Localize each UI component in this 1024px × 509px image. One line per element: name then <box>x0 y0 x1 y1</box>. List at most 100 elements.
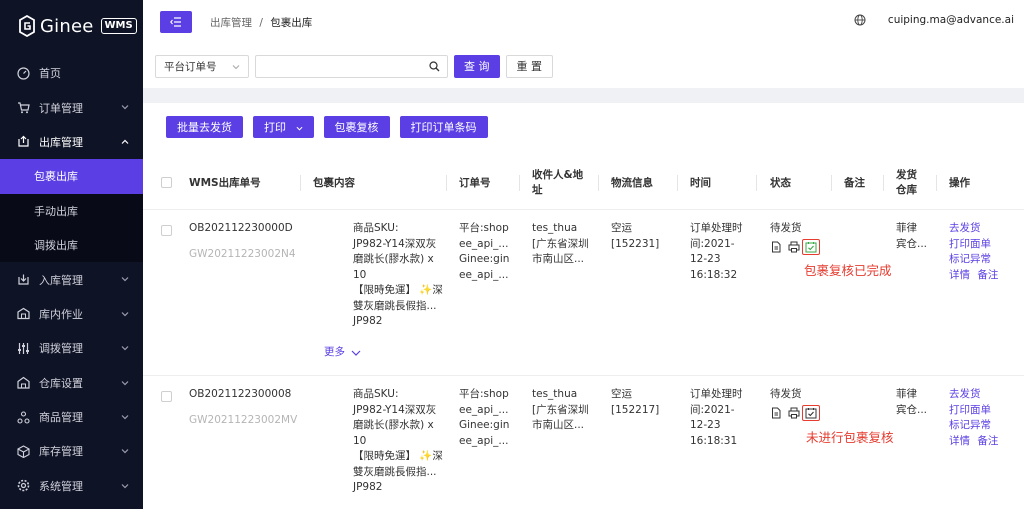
chevron-down-icon <box>121 277 129 282</box>
status-text: 待发货 <box>770 222 802 234</box>
select-all-checkbox[interactable] <box>161 177 172 188</box>
sidebar-subitem-package-outbound[interactable]: 包裹出库 <box>0 159 143 194</box>
query-button[interactable]: 查 询 <box>454 54 500 78</box>
time-line: 12-23 <box>690 253 721 265</box>
warehouse-info: 菲律 宾仓... <box>896 387 927 418</box>
content-line: 10 <box>353 268 367 281</box>
receiver-line: [广东省深圳 <box>532 237 589 250</box>
time-line: 16:18:32 <box>690 268 738 281</box>
ship-link[interactable]: 去发货 <box>949 387 998 403</box>
print-dropdown-button[interactable]: 打印 <box>253 116 314 138</box>
user-email[interactable]: cuiping.ma@advance.ai <box>888 14 1014 26</box>
search-icon[interactable] <box>429 60 440 72</box>
menu-fold-icon <box>170 17 181 27</box>
sidebar-item-warehouse-settings[interactable]: 仓库设置 <box>0 366 143 400</box>
order-line: ee_api_... <box>459 268 509 281</box>
content-line: 商品SKU: <box>353 222 399 234</box>
order-line: Ginee:gin <box>459 253 510 265</box>
globe-icon[interactable] <box>854 14 866 26</box>
wms-no[interactable]: OB202112230000D <box>189 221 293 237</box>
receiver-info: tes_thua [广东省深圳 市南山区... <box>532 387 589 434</box>
wms-no[interactable]: OB2021122300008 <box>189 387 291 403</box>
col-divider <box>831 175 832 191</box>
product-icon <box>17 411 30 424</box>
review-status-highlight <box>802 404 820 421</box>
chevron-down-icon <box>121 380 129 385</box>
logistics-line: 空运 <box>611 222 632 234</box>
time-line: 间:2021- <box>690 403 735 416</box>
col-content: 包裹内容 <box>313 177 355 189</box>
brand-badge: WMS <box>100 18 137 34</box>
printer-icon[interactable] <box>788 407 800 419</box>
breadcrumb-parent[interactable]: 出库管理 <box>210 17 252 29</box>
col-wms-no: WMS出库单号 <box>189 177 261 189</box>
logistics-info: 空运 [152217] <box>611 387 659 418</box>
content-line: 10 <box>353 434 367 447</box>
sidebar-item-orders[interactable]: 订单管理 <box>0 90 143 124</box>
mark-exception-link[interactable]: 标记异常 <box>949 252 998 268</box>
warehouse-ops-icon <box>17 308 30 320</box>
review-completed-icon[interactable] <box>805 241 817 253</box>
sidebar-item-label: 仓库设置 <box>39 376 83 390</box>
row-checkbox[interactable] <box>161 391 172 402</box>
more-toggle[interactable]: 更多 <box>324 345 361 361</box>
order-line: ee_api_... <box>459 434 509 447</box>
search-input[interactable] <box>255 54 448 78</box>
status-icons <box>770 404 820 421</box>
time-line: 16:18:31 <box>690 434 738 447</box>
search-type-select[interactable]: 平台订单号 <box>155 54 249 78</box>
receiver-line: [广东省深圳 <box>532 403 589 416</box>
ship-link[interactable]: 去发货 <box>949 221 998 237</box>
sidebar-item-transfer[interactable]: 调拨管理 <box>0 331 143 365</box>
col-divider <box>519 175 520 191</box>
document-icon[interactable] <box>770 407 782 419</box>
review-annotation: 包裹复核已完成 <box>804 263 892 278</box>
order-info: 平台:shop ee_api_... Ginee:gin ee_api_... <box>459 387 509 449</box>
content-line: 磨跳长(膠水款) x <box>353 253 434 265</box>
review-annotation: 未进行包裹复核 <box>806 430 894 445</box>
remark-link[interactable]: 备注 <box>977 269 998 281</box>
sidebar-subitem-transfer-outbound[interactable]: 调拨出库 <box>0 227 143 263</box>
sidebar-item-inbound[interactable]: 入库管理 <box>0 262 143 296</box>
sidebar-item-label: 库存管理 <box>39 445 83 459</box>
detail-link[interactable]: 详情 <box>949 435 970 447</box>
logo[interactable]: Ginee WMS <box>0 0 143 52</box>
content-line: JP982 <box>353 315 383 327</box>
sidebar-item-inventory[interactable]: 库存管理 <box>0 434 143 468</box>
batch-ship-button[interactable]: 批量去发货 <box>166 116 243 138</box>
table-header: WMS出库单号 包裹内容 订单号 收件人&地 址 物流信息 时间 状态 备注 发… <box>143 155 1024 210</box>
sub-no: GW20211223002MV <box>189 414 298 426</box>
print-label-link[interactable]: 打印面单 <box>949 403 998 419</box>
collapse-menu-button[interactable] <box>160 11 192 33</box>
remark-link[interactable]: 备注 <box>977 435 998 447</box>
col-remark: 备注 <box>844 177 865 189</box>
document-icon[interactable] <box>770 241 782 253</box>
printer-icon[interactable] <box>788 241 800 253</box>
sidebar-subitem-manual-outbound[interactable]: 手动出库 <box>0 193 143 228</box>
sidebar-item-home[interactable]: 首页 <box>0 56 143 90</box>
sidebar-nav: 首页 订单管理 出库管理 包裹出库 手动出库 调拨出库 入库管理 库内作业 调拨… <box>0 56 143 503</box>
sidebar-item-label: 系统管理 <box>39 479 83 493</box>
sidebar-item-warehouse-ops[interactable]: 库内作业 <box>0 297 143 331</box>
col-divider <box>598 175 599 191</box>
logistics-line: 空运 <box>611 388 632 400</box>
detail-link[interactable]: 详情 <box>949 269 970 281</box>
time-line: 12-23 <box>690 419 721 431</box>
chevron-down-icon <box>121 483 129 489</box>
print-label-link[interactable]: 打印面单 <box>949 237 998 253</box>
row-checkbox[interactable] <box>161 225 172 236</box>
order-line: ee_api_... <box>459 403 509 416</box>
review-pending-icon[interactable] <box>805 407 817 419</box>
sidebar-item-system[interactable]: 系统管理 <box>0 469 143 503</box>
topbar: 出库管理 / 包裹出库 cuiping.ma@advance.ai <box>143 0 1024 44</box>
content-line: JP982-Y14深双灰 <box>353 237 437 250</box>
reset-button[interactable]: 重 置 <box>505 54 553 78</box>
sidebar-item-outbound[interactable]: 出库管理 <box>0 125 143 159</box>
sidebar-item-products[interactable]: 商品管理 <box>0 400 143 434</box>
sidebar-item-label: 商品管理 <box>39 411 83 425</box>
mark-exception-link[interactable]: 标记异常 <box>949 418 998 434</box>
print-barcode-button[interactable]: 打印订单条码 <box>399 116 488 138</box>
col-receiver: 收件人&地 址 <box>532 155 583 210</box>
package-review-button[interactable]: 包裹复核 <box>323 116 390 138</box>
package-content: 商品SKU: JP982-Y14深双灰 磨跳长(膠水款) x 10 【限時免運】… <box>353 221 443 330</box>
